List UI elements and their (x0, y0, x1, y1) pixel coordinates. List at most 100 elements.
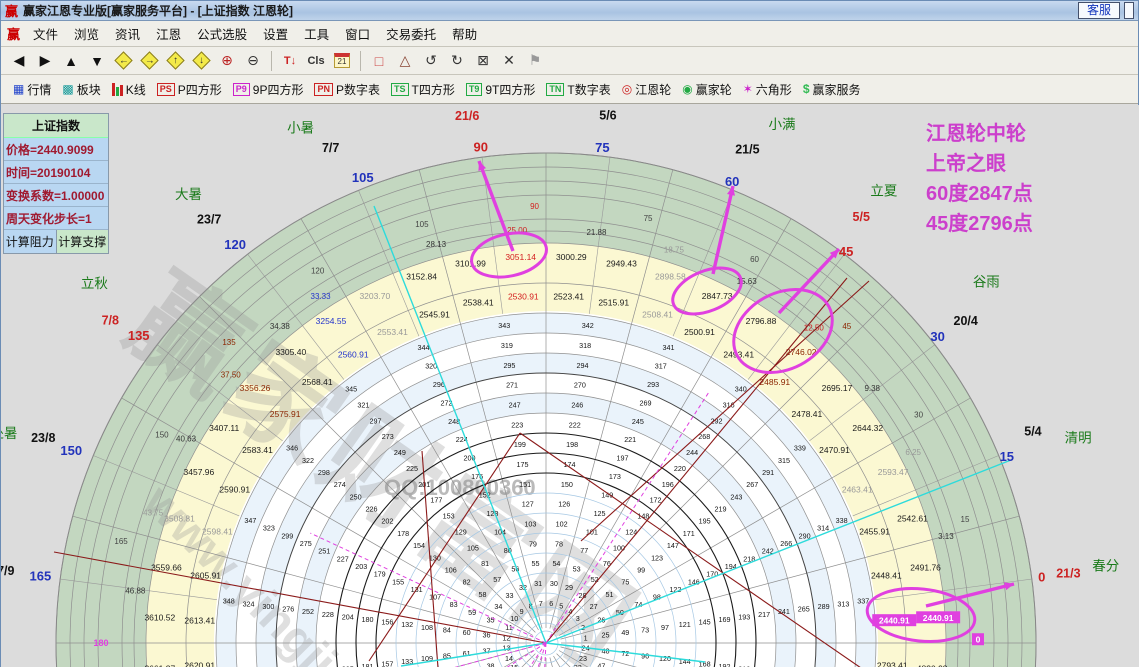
expand-icon[interactable]: ✕ (497, 50, 521, 72)
percent-value: 18.75 (664, 245, 685, 254)
spiral-number: 105 (467, 543, 479, 552)
price-inner-value: 2455.91 (859, 526, 890, 536)
spiral-number: 245 (632, 417, 644, 426)
spiral-number: 346 (286, 444, 298, 453)
percent-value: 28.13 (426, 240, 447, 249)
main-toolbar: ◀ ▶ ▲ ▼ ← → ↑ ↓ ⊕ ⊖ T↓ Cls 21 □ △ ↺ ↻ ⊠ ✕ ⚑ (1, 47, 1138, 75)
t-updown-icon[interactable]: T↓ (278, 50, 302, 72)
gann-wheel-canvas[interactable]: 赢家财富网www.yingjia360.comQQ:10080036012345… (1, 105, 1139, 667)
service-button[interactable]: 客服 (1077, 2, 1120, 19)
hexagon-button[interactable]: ✶ 六角形 (739, 79, 796, 100)
spiral-number: 322 (302, 456, 314, 465)
gann-wheel-button[interactable]: ◎ 江恩轮 (618, 79, 676, 100)
menu-设置[interactable]: 设置 (255, 21, 296, 46)
price-inner-value: 2448.41 (871, 570, 902, 580)
kline-button[interactable]: K线 (108, 79, 150, 100)
back-icon[interactable]: ◀ (7, 50, 31, 72)
spiral-number: 154 (413, 541, 425, 550)
price-inner-value: 2530.91 (508, 292, 539, 302)
menu-公式选股[interactable]: 公式选股 (189, 21, 255, 46)
degree-label: 120 (224, 237, 246, 252)
spiral-number: 295 (503, 361, 515, 370)
9t-square-button[interactable]: T9 9T四方形 (462, 79, 540, 100)
price-inner-value: 2515.91 (598, 298, 629, 308)
spiral-number: 267 (746, 480, 758, 489)
price-inner-value: 2605.91 (190, 570, 221, 580)
t-square-button[interactable]: TS T四方形 (387, 79, 459, 100)
spiral-number: 77 (580, 546, 588, 555)
sectors-button[interactable]: ▩ 板块 (58, 79, 104, 100)
spiral-number: 223 (511, 420, 523, 429)
spiral-number: 227 (337, 554, 349, 563)
zoom-in-icon[interactable]: ⊕ (215, 50, 239, 72)
t-square-icon: TS (391, 82, 409, 96)
price-outer-value: 3407.11 (209, 423, 239, 433)
rotate-ccw-icon[interactable]: ↺ (419, 50, 443, 72)
rotate-cw-icon[interactable]: ↻ (445, 50, 469, 72)
flag-icon[interactable]: ⚑ (523, 50, 547, 72)
spiral-number: 51 (605, 590, 613, 599)
menu-江恩[interactable]: 江恩 (148, 21, 189, 46)
spiral-number: 298 (318, 468, 330, 477)
spiral-number: 155 (392, 577, 404, 586)
spiral-number: 96 (641, 652, 649, 661)
inner-degree-label: 120 (311, 266, 325, 275)
calc-resistance-button[interactable]: 计算阻力 (4, 230, 57, 253)
price-inner-value: 2613.41 (184, 615, 215, 625)
t-table-button[interactable]: TN T数字表 (542, 79, 614, 100)
spiral-number: 54 (552, 559, 560, 568)
triangle-tool-icon[interactable]: △ (393, 50, 417, 72)
toolbar-separator (271, 50, 272, 71)
9p-square-button[interactable]: P9 9P四方形 (229, 79, 308, 100)
spiral-number: 347 (244, 516, 256, 525)
menu-窗口[interactable]: 窗口 (337, 21, 378, 46)
spiral-number: 123 (651, 553, 663, 562)
down-arrow-icon[interactable]: ▼ (85, 50, 109, 72)
p-square-button[interactable]: PS P四方形 (153, 79, 226, 100)
spiral-number: 173 (609, 472, 621, 481)
p-table-button[interactable]: PN P数字表 (310, 79, 384, 100)
rect-tool-icon[interactable]: □ (367, 50, 391, 72)
winner-service-button[interactable]: $ 赢家服务 (799, 79, 865, 100)
price-outer-value: 2898.58 (655, 272, 686, 282)
winner-wheel-button[interactable]: ◉ 赢家轮 (678, 79, 736, 100)
spiral-number: 342 (582, 321, 594, 330)
solar-term-label: 小暑 (287, 121, 314, 136)
diamond-left-icon[interactable]: ← (111, 50, 135, 72)
quotes-button[interactable]: ▦ 行情 (9, 79, 55, 100)
price-inner-value: 2553.41 (377, 327, 408, 337)
clipped-button[interactable] (1124, 2, 1134, 19)
spiral-number: 103 (524, 520, 536, 529)
menu-交易委托[interactable]: 交易委托 (378, 21, 444, 46)
price-outer-value: 2695.17 (822, 383, 853, 393)
cls-button[interactable]: Cls (304, 50, 328, 72)
spiral-number: 338 (836, 516, 848, 525)
spiral-number: 100 (613, 543, 625, 552)
menu-工具[interactable]: 工具 (296, 21, 337, 46)
diamond-up-icon[interactable]: ↑ (163, 50, 187, 72)
spiral-number: 145 (699, 618, 711, 627)
diamond-down-icon[interactable]: ↓ (189, 50, 213, 72)
spiral-number: 319 (501, 341, 513, 350)
up-arrow-icon[interactable]: ▲ (59, 50, 83, 72)
quotes-button-label: 行情 (27, 82, 52, 97)
degree-label: 30 (930, 329, 944, 344)
spiral-number: 33 (505, 591, 513, 600)
field-时间: 时间=20190104 (4, 161, 108, 184)
spiral-number: 220 (674, 464, 686, 473)
spiral-number: 178 (397, 529, 409, 538)
calc-support-button[interactable]: 计算支撑 (56, 230, 108, 253)
menu-资讯[interactable]: 资讯 (107, 21, 148, 46)
spiral-number: 221 (624, 435, 636, 444)
menu-帮助[interactable]: 帮助 (444, 21, 485, 46)
spiral-number: 57 (493, 575, 501, 584)
box-x-icon[interactable]: ⊠ (471, 50, 495, 72)
menu-文件[interactable]: 文件 (25, 21, 66, 46)
forward-icon[interactable]: ▶ (33, 50, 57, 72)
diamond-right-icon[interactable]: → (137, 50, 161, 72)
calendar-icon[interactable]: 21 (330, 50, 354, 72)
spiral-number: 14 (505, 654, 513, 663)
spiral-number: 107 (429, 593, 441, 602)
zoom-out-icon[interactable]: ⊖ (241, 50, 265, 72)
menu-浏览[interactable]: 浏览 (66, 21, 107, 46)
